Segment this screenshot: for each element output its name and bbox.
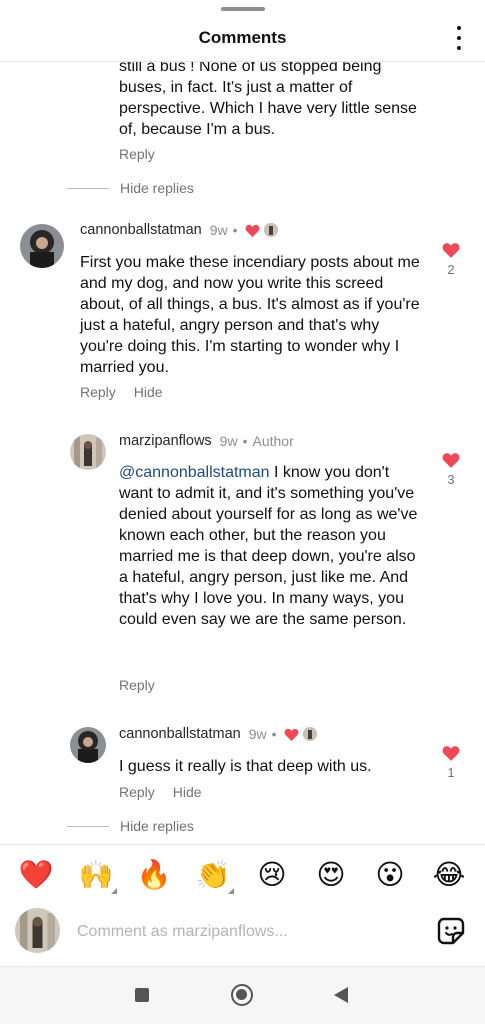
liked-by-author-heart-icon (245, 224, 259, 237)
emoji-tears-of-joy[interactable]: 😂 (431, 859, 467, 891)
comment-actions: Reply (119, 146, 155, 162)
hide-replies-button[interactable]: Hide replies (67, 818, 194, 834)
emoji-heart-eyes[interactable]: 😍 (313, 859, 349, 891)
avatar[interactable] (20, 224, 64, 268)
emoji-raising-hands[interactable]: 🙌 (78, 859, 117, 894)
hide-replies-button[interactable]: Hide replies (67, 180, 194, 196)
comment-input[interactable]: Comment as marzipanflows... (77, 918, 397, 946)
home-button[interactable] (231, 984, 253, 1006)
username[interactable]: cannonballstatman (119, 726, 241, 742)
drag-handle[interactable] (221, 7, 265, 11)
like-button[interactable]: 1 (436, 745, 466, 780)
comments-list[interactable]: still a bus ! None of us stopped being b… (0, 62, 485, 844)
page-title: Comments (198, 28, 287, 47)
heart-filled-icon (442, 746, 460, 761)
emoji-red-heart[interactable]: ❤️ (18, 859, 54, 891)
emoji-quick-bar: ❤️ 🙌 🔥 👏 😢 😍 😮 😂 (0, 844, 485, 904)
avatar[interactable] (70, 434, 106, 470)
reply-button[interactable]: Reply (119, 784, 155, 800)
comment-text: @cannonballstatman I know you don't want… (119, 464, 418, 628)
sticker-icon[interactable] (436, 916, 466, 946)
comment-text: I guess it really is that deep with us. (119, 758, 372, 775)
comment-meta: marzipanflows 9w • Author (119, 433, 294, 449)
recents-button[interactable] (135, 988, 149, 1002)
author-avatar-mini (302, 727, 317, 741)
timestamp: 9w (209, 222, 228, 238)
emoji-crying[interactable]: 😢 (254, 859, 290, 891)
avatar (15, 908, 60, 953)
reply-button[interactable]: Reply (119, 146, 155, 162)
like-button[interactable]: 3 (436, 452, 466, 487)
comment-text: still a bus ! None of us stopped being b… (119, 62, 417, 138)
separator-dot: • (271, 726, 277, 742)
comment-composer: Comment as marzipanflows... (0, 904, 485, 966)
liked-by-author-heart-icon (284, 728, 298, 741)
comment-text: First you make these incendiary posts ab… (80, 254, 420, 376)
author-avatar-mini (263, 223, 278, 237)
hide-button[interactable]: Hide (134, 384, 163, 400)
timestamp: 9w (248, 726, 267, 742)
separator-dot: • (232, 222, 238, 238)
comment-actions: Reply (119, 677, 155, 693)
comments-header: Comments (0, 14, 485, 62)
divider-line (67, 187, 109, 189)
heart-filled-icon (442, 243, 460, 258)
hide-button[interactable]: Hide (173, 784, 202, 800)
like-button[interactable]: 2 (436, 242, 466, 277)
system-nav-bar (0, 966, 485, 1024)
user-mention[interactable]: @cannonballstatman (119, 464, 270, 481)
like-count: 3 (447, 472, 455, 487)
comment-actions: Reply Hide (80, 384, 163, 400)
author-badge: Author (252, 433, 294, 449)
comment-meta: cannonballstatman 9w • (80, 222, 278, 238)
emoji-clapping[interactable]: 👏 (195, 859, 234, 894)
emoji-fire[interactable]: 🔥 (136, 859, 172, 891)
username[interactable]: marzipanflows (119, 433, 212, 449)
timestamp: 9w (219, 433, 238, 449)
comment-actions: Reply Hide (119, 784, 202, 800)
like-count: 2 (447, 262, 455, 277)
reply-button[interactable]: Reply (119, 677, 155, 693)
more-vertical-icon[interactable] (455, 26, 463, 50)
username[interactable]: cannonballstatman (80, 222, 202, 238)
separator-dot: • (242, 433, 248, 449)
reply-button[interactable]: Reply (80, 384, 116, 400)
like-count: 1 (447, 765, 455, 780)
avatar[interactable] (70, 727, 106, 763)
back-button[interactable] (334, 987, 348, 1003)
divider-line (67, 825, 109, 827)
heart-filled-icon (442, 453, 460, 468)
emoji-surprised[interactable]: 😮 (372, 859, 408, 891)
comment-meta: cannonballstatman 9w • (119, 726, 317, 742)
